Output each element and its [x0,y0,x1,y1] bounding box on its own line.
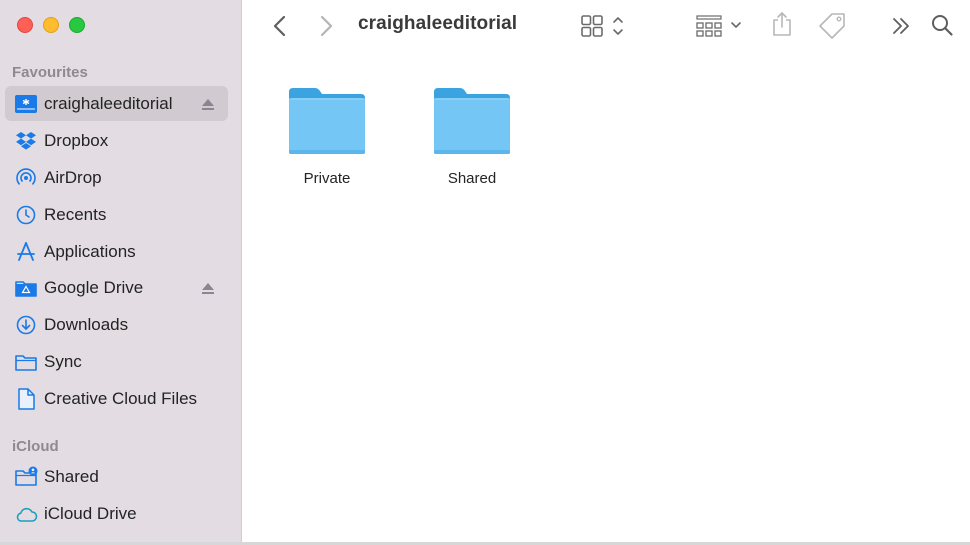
sidebar-item-shared[interactable]: Shared [5,459,228,494]
icon-grid-view-icon[interactable] [580,13,630,39]
sidebar-item-label: Dropbox [44,131,109,150]
folder-label: Shared [447,170,497,187]
folder-icon [434,88,510,154]
sidebar-item-label: Downloads [44,315,129,334]
network-drive-icon [15,95,37,113]
chevron-double-right-icon[interactable] [890,15,912,37]
share-icon[interactable] [770,10,794,38]
dropbox-icon [16,132,36,150]
google-drive-folder-icon [15,281,37,297]
chevron-left-icon[interactable] [270,14,290,38]
folder-label: Private [303,170,351,187]
search-icon[interactable] [930,13,954,37]
folder-item-private[interactable]: Private [262,86,392,187]
sidebar-section-favourites-title: Favourites [12,64,88,81]
eject-icon[interactable] [200,280,216,296]
sidebar-item-label: Sync [44,352,82,371]
sidebar-item-icloud-drive[interactable]: iCloud Drive [5,496,228,531]
cloud-icon [16,507,38,522]
sidebar-item-label: Creative Cloud Files [44,389,198,408]
group-by-icon[interactable] [695,13,745,39]
sidebar-item-craighaleeditorial[interactable]: craighaleeditorial [5,86,228,121]
sidebar-item-sync[interactable]: Sync [5,344,228,379]
sidebar-item-downloads[interactable]: Downloads [5,307,228,342]
tag-icon[interactable] [818,11,848,39]
document-icon [18,388,35,410]
sidebar-item-recents[interactable]: Recents [5,197,228,232]
airdrop-icon [16,168,36,185]
sidebar-item-label: Google Drive [44,278,144,297]
sidebar-item-label: Applications [44,242,136,261]
sidebar-item-label: craighaleeditorial [44,94,173,113]
folder-icon [15,355,37,371]
applications-icon [17,242,35,261]
finder-window: Favourites craighaleeditorial Dropbox Ai… [0,0,970,543]
zoom-window-button[interactable] [69,17,85,33]
sidebar-section-icloud-title: iCloud [12,438,59,455]
eject-icon[interactable] [200,96,216,112]
sidebar-item-label: Shared [44,467,99,486]
close-window-button[interactable] [17,17,33,33]
sidebar-item-label: AirDrop [44,168,102,187]
sidebar-item-label: Recents [44,205,107,224]
sidebar-item-creative-cloud-files[interactable]: Creative Cloud Files [5,381,228,416]
clock-icon [16,205,36,225]
download-icon [16,315,36,335]
sidebar-item-airdrop[interactable]: AirDrop [5,160,228,195]
minimize-window-button[interactable] [43,17,59,33]
shared-folder-icon [15,466,38,486]
folder-item-shared[interactable]: Shared [407,86,537,187]
window-title: craighaleeditorial [358,13,518,34]
folder-icon [289,88,365,154]
sidebar: Favourites craighaleeditorial Dropbox Ai… [0,0,242,543]
sidebar-item-label: iCloud Drive [44,504,137,523]
chevron-right-icon[interactable] [316,14,336,38]
sidebar-item-google-drive[interactable]: Google Drive [5,270,228,305]
sidebar-item-applications[interactable]: Applications [5,234,228,269]
sidebar-item-dropbox[interactable]: Dropbox [5,123,228,158]
